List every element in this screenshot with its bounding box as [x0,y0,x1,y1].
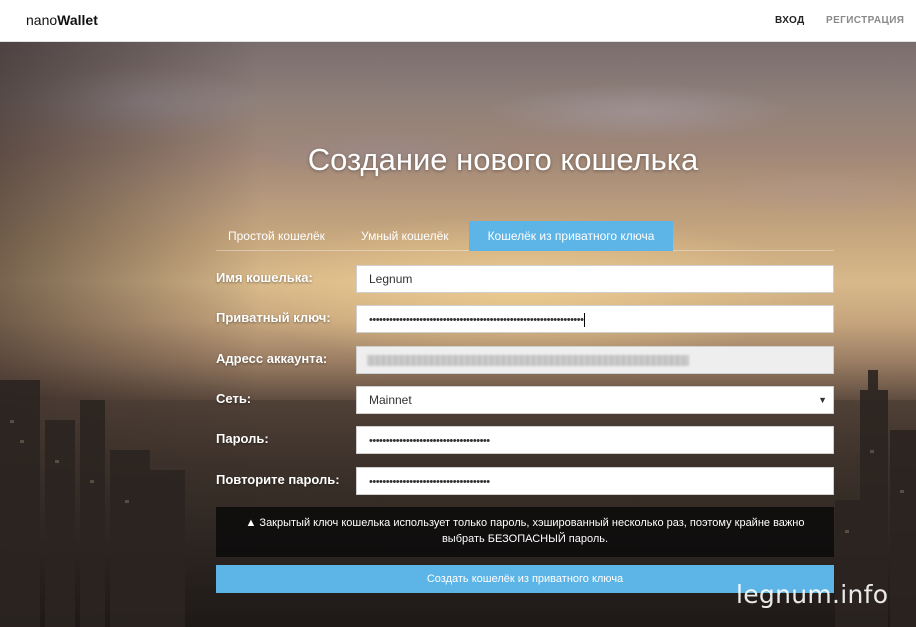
repeat-password-input[interactable]: •••••••••••••••••••••••••••••••••••• [356,467,834,495]
form-row-password: Пароль: ••••••••••••••••••••••••••••••••… [216,426,834,454]
password-input[interactable]: •••••••••••••••••••••••••••••••••••• [356,426,834,454]
brand-name: Wallet [57,12,98,28]
form-row-wallet-name: Имя кошелька: Legnum [216,265,834,293]
nav-login-link[interactable]: ВХОД [775,15,805,26]
account-address-label: Адресс аккаунта: [216,351,328,366]
account-address-field [356,346,834,374]
watermark: legnum.info [736,580,889,609]
caret-down-icon: ▼ [818,395,827,405]
wallet-name-label: Имя кошелька: [216,270,313,285]
security-warning: ▲ Закрытый ключ кошелька использует тольк… [216,507,834,557]
blurred-address [367,355,689,366]
brand-logo[interactable]: nanoWallet [26,12,98,28]
network-selected-value: Mainnet [369,393,412,407]
brand-prefix: nano [26,12,58,28]
repeat-password-label: Повторите пароль: [216,472,340,487]
warning-text: Закрытый ключ кошелька использует только… [259,517,805,545]
private-key-input[interactable]: ••••••••••••••••••••••••••••••••••••••••… [356,305,834,333]
tab-simple-wallet[interactable]: Простой кошелёк [216,221,337,251]
form-row-network: Сеть: Mainnet ▼ [216,386,834,414]
top-navbar: nanoWallet ВХОД РЕГИСТРАЦИЯ [0,0,916,42]
form-row-account-address: Адресс аккаунта: [216,346,834,374]
warning-triangle-icon: ▲ [245,517,257,529]
private-key-label: Приватный ключ: [216,310,331,325]
network-label: Сеть: [216,391,252,406]
page-title: Создание нового кошелька [307,142,699,177]
form-row-private-key: Приватный ключ: ••••••••••••••••••••••••… [216,305,834,333]
text-cursor [584,312,586,327]
repeat-password-masked-value: •••••••••••••••••••••••••••••••••••• [369,476,490,488]
wallet-name-input[interactable]: Legnum [356,265,834,293]
password-masked-value: •••••••••••••••••••••••••••••••••••• [369,435,490,447]
password-label: Пароль: [216,431,269,446]
network-select[interactable]: Mainnet ▼ [356,386,834,414]
form-row-repeat-password: Повторите пароль: ••••••••••••••••••••••… [216,467,834,495]
tab-smart-wallet[interactable]: Умный кошелёк [349,221,461,251]
private-key-masked-value: ••••••••••••••••••••••••••••••••••••••••… [369,314,584,326]
nav-register-link[interactable]: РЕГИСТРАЦИЯ [826,15,904,26]
wallet-type-tabs: Простой кошелёк Умный кошелёк Кошелёк из… [216,221,834,251]
tab-private-key-wallet[interactable]: Кошелёк из приватного ключа [469,221,673,251]
